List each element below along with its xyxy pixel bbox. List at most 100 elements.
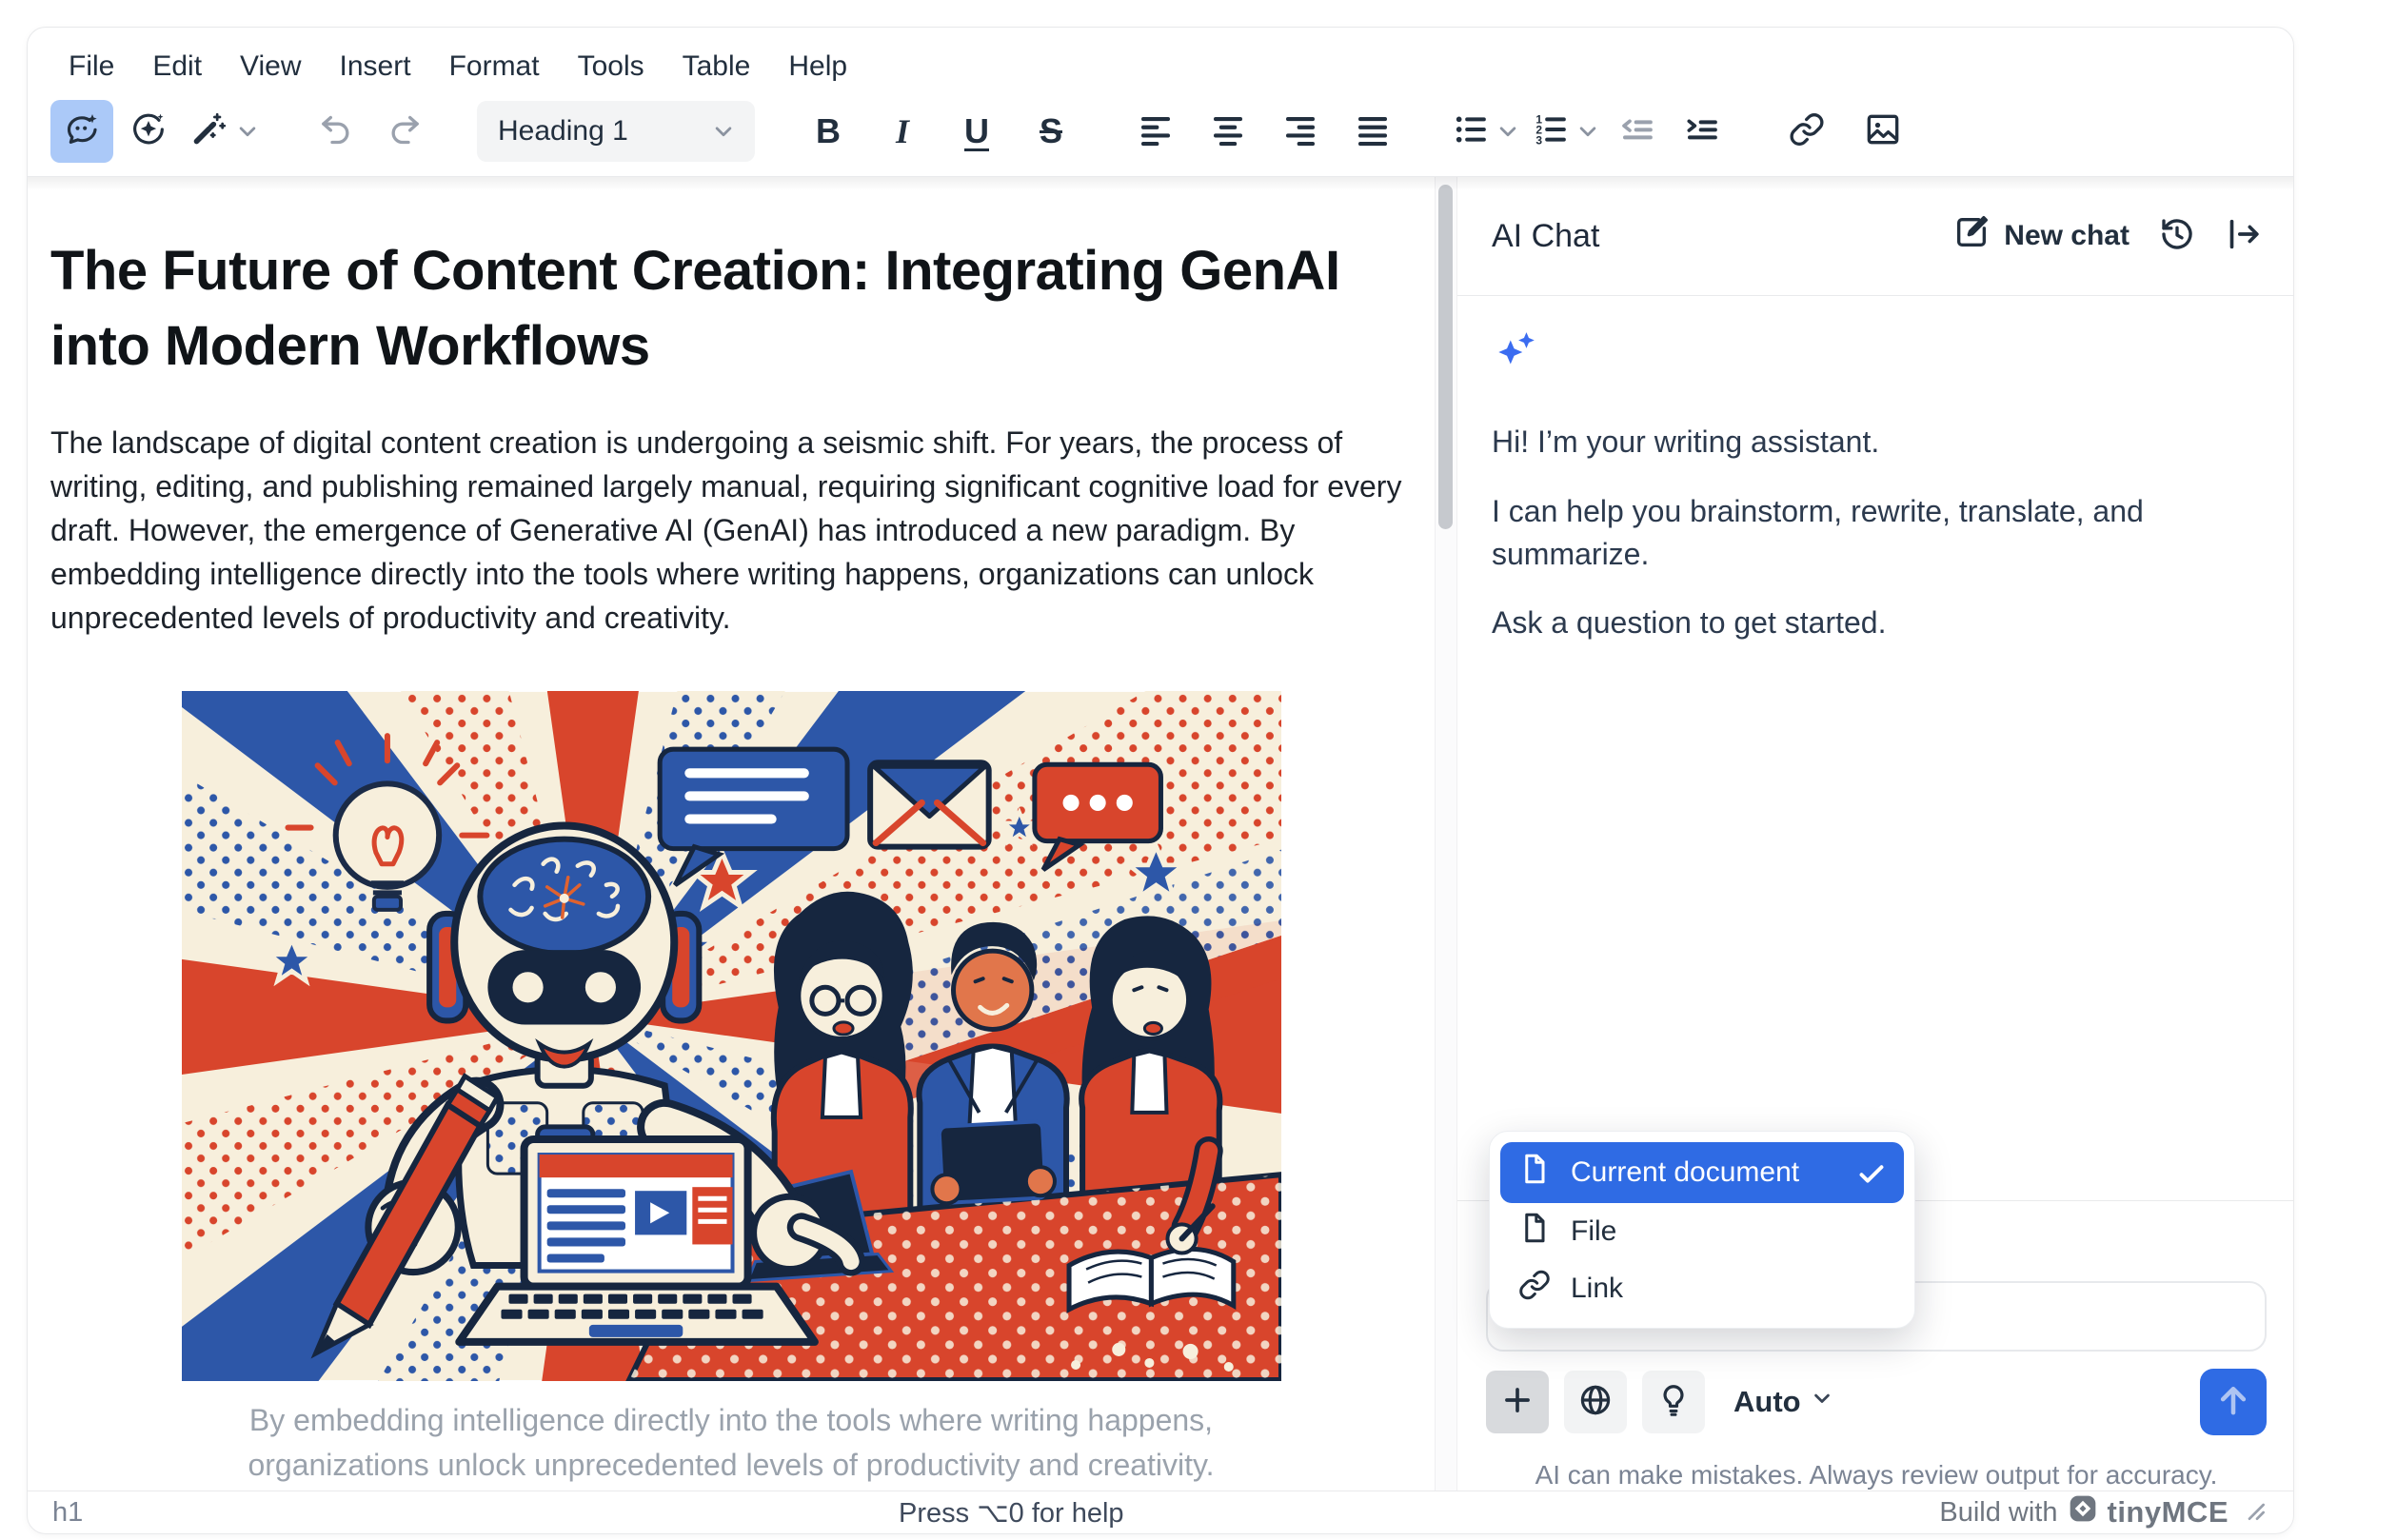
send-button[interactable] bbox=[2200, 1369, 2267, 1435]
menu-edit[interactable]: Edit bbox=[136, 43, 218, 90]
image-caption: By embedding intelligence directly into … bbox=[182, 1398, 1281, 1487]
bullet-list-button[interactable] bbox=[1446, 100, 1496, 163]
suggestions-button[interactable] bbox=[1642, 1371, 1705, 1433]
menu-table[interactable]: Table bbox=[666, 43, 767, 90]
strikethrough-button[interactable]: S bbox=[1020, 100, 1082, 163]
insert-image-button[interactable] bbox=[1852, 100, 1914, 163]
element-path[interactable]: h1 bbox=[52, 1497, 83, 1529]
context-menu: Current document File Link bbox=[1489, 1131, 1915, 1329]
editor-scrollbar[interactable] bbox=[1435, 177, 1457, 1491]
ai-chat-button[interactable] bbox=[50, 100, 113, 163]
context-menu-item-file[interactable]: File bbox=[1500, 1203, 1904, 1260]
chevron-down-icon[interactable] bbox=[233, 117, 262, 146]
chat-greeting-2: I can help you brainstorm, rewrite, tran… bbox=[1492, 490, 2259, 576]
document-illustration bbox=[182, 691, 1281, 1381]
bold-button[interactable]: B bbox=[797, 100, 860, 163]
menu-help[interactable]: Help bbox=[772, 43, 863, 90]
branding[interactable]: Build with tinyMCE bbox=[1939, 1493, 2268, 1531]
indent-icon bbox=[1683, 110, 1721, 153]
menu-view[interactable]: View bbox=[224, 43, 317, 90]
new-chat-button[interactable]: New chat bbox=[1952, 213, 2130, 259]
resize-handle-icon[interactable] bbox=[2238, 1493, 2268, 1531]
toolbar: Heading 1 B I U S 123 bbox=[28, 92, 2293, 176]
chat-greeting-1: Hi! I’m your writing assistant. bbox=[1492, 421, 2259, 464]
menu-tools[interactable]: Tools bbox=[562, 43, 661, 90]
document-image[interactable]: By embedding intelligence directly into … bbox=[182, 691, 1281, 1487]
chat-history-button[interactable] bbox=[2158, 215, 2196, 258]
justify-icon bbox=[1354, 110, 1392, 153]
link-icon bbox=[1788, 110, 1826, 153]
chevron-down-icon bbox=[709, 117, 738, 146]
menu-file[interactable]: File bbox=[52, 43, 130, 90]
magic-wand-icon bbox=[189, 110, 228, 153]
chevron-down-icon[interactable] bbox=[1494, 117, 1522, 146]
add-context-button[interactable] bbox=[1486, 1371, 1549, 1433]
close-sidebar-button[interactable] bbox=[2225, 215, 2263, 258]
tinymce-logo-icon bbox=[2068, 1493, 2098, 1531]
help-hint: Press ⌥0 for help bbox=[83, 1496, 1939, 1530]
checkmark-icon bbox=[1854, 1156, 1887, 1189]
context-menu-item-link[interactable]: Link bbox=[1500, 1260, 1904, 1317]
statusbar: h1 Press ⌥0 for help Build with tinyMCE bbox=[28, 1491, 2293, 1533]
sparkles-icon bbox=[1492, 364, 1539, 380]
chat-messages: Hi! I’m your writing assistant. I can he… bbox=[1457, 296, 2293, 1200]
ai-disclaimer: AI can make mistakes. Always review outp… bbox=[1486, 1460, 2267, 1491]
file-icon bbox=[1517, 1211, 1552, 1253]
new-chat-icon bbox=[1952, 213, 1991, 259]
bullet-list-icon bbox=[1452, 110, 1490, 153]
indent-button[interactable] bbox=[1671, 100, 1733, 163]
align-right-icon bbox=[1281, 110, 1319, 153]
align-center-icon bbox=[1209, 110, 1247, 153]
align-left-icon bbox=[1137, 110, 1175, 153]
ai-chat-bubble-icon bbox=[63, 110, 101, 153]
numbered-list-icon: 123 bbox=[1532, 110, 1570, 153]
lightbulb-icon bbox=[1655, 1382, 1692, 1423]
block-format-value: Heading 1 bbox=[498, 115, 628, 148]
context-menu-item-label: Link bbox=[1571, 1273, 1623, 1305]
undo-button[interactable] bbox=[306, 100, 368, 163]
underline-button[interactable]: U bbox=[945, 100, 1008, 163]
scrollbar-thumb[interactable] bbox=[1438, 185, 1453, 529]
outdent-button[interactable] bbox=[1606, 100, 1669, 163]
ai-chat-panel: AI Chat New chat Hi! I’m your writing as… bbox=[1457, 177, 2293, 1491]
redo-button[interactable] bbox=[372, 100, 435, 163]
numbered-list-button[interactable]: 123 bbox=[1526, 100, 1575, 163]
align-left-button[interactable] bbox=[1124, 100, 1187, 163]
menu-format[interactable]: Format bbox=[433, 43, 556, 90]
globe-icon bbox=[1577, 1382, 1614, 1423]
bold-icon: B bbox=[801, 111, 856, 151]
context-menu-item-label: Current document bbox=[1571, 1156, 1799, 1189]
editor-window: File Edit View Insert Format Tools Table… bbox=[27, 27, 2294, 1534]
italic-button[interactable]: I bbox=[871, 100, 934, 163]
model-selector-value: Auto bbox=[1733, 1385, 1801, 1419]
strikethrough-icon: S bbox=[1023, 111, 1079, 151]
chat-title: AI Chat bbox=[1492, 218, 1599, 255]
outdent-icon bbox=[1618, 110, 1656, 153]
menu-insert[interactable]: Insert bbox=[324, 43, 427, 90]
document-editor[interactable]: The Future of Content Creation: Integrat… bbox=[28, 177, 1435, 1491]
block-format-select[interactable]: Heading 1 bbox=[477, 101, 755, 162]
image-icon bbox=[1864, 110, 1902, 153]
context-menu-item-label: File bbox=[1571, 1215, 1616, 1248]
align-center-button[interactable] bbox=[1197, 100, 1259, 163]
chevron-down-icon[interactable] bbox=[1574, 117, 1602, 146]
ai-shine-button[interactable] bbox=[117, 100, 180, 163]
insert-link-button[interactable] bbox=[1775, 100, 1838, 163]
justify-button[interactable] bbox=[1341, 100, 1404, 163]
web-search-button[interactable] bbox=[1564, 1371, 1627, 1433]
plus-icon bbox=[1499, 1382, 1535, 1423]
document-icon bbox=[1517, 1152, 1552, 1194]
align-right-button[interactable] bbox=[1269, 100, 1332, 163]
model-selector[interactable]: Auto bbox=[1733, 1385, 1835, 1419]
document-title[interactable]: The Future of Content Creation: Integrat… bbox=[50, 234, 1412, 385]
new-chat-label: New chat bbox=[2004, 220, 2130, 252]
link-icon bbox=[1517, 1268, 1552, 1310]
ai-shortcuts-button[interactable] bbox=[184, 100, 233, 163]
chat-header: AI Chat New chat bbox=[1457, 177, 2293, 296]
chat-greeting-3: Ask a question to get started. bbox=[1492, 602, 2259, 644]
context-menu-item-current-document[interactable]: Current document bbox=[1500, 1142, 1904, 1203]
menubar: File Edit View Insert Format Tools Table… bbox=[28, 28, 2293, 92]
document-paragraph[interactable]: The landscape of digital content creatio… bbox=[50, 421, 1412, 640]
content-area: The Future of Content Creation: Integrat… bbox=[28, 176, 2293, 1491]
ai-shine-icon bbox=[129, 110, 168, 153]
